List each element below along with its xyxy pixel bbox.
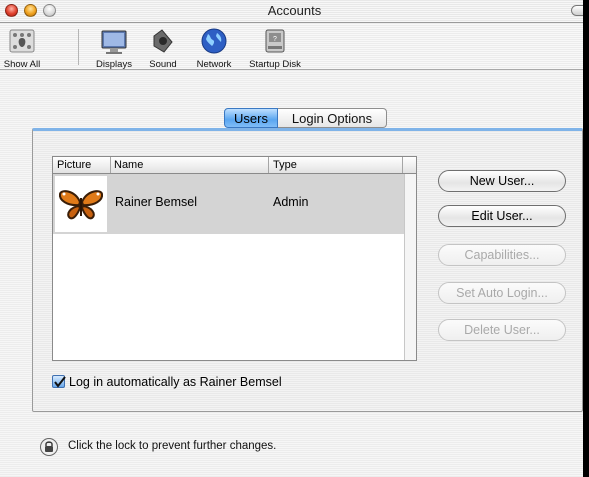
users-table[interactable]: Picture Name Type Rainer Bemsel Admin	[52, 156, 417, 361]
checkmark-icon	[54, 376, 66, 388]
preference-pane: Users Login Options Picture Name Type Ra…	[0, 70, 589, 477]
set-auto-login-button[interactable]: Set Auto Login...	[438, 282, 566, 304]
toolbar-item-displays[interactable]: Displays	[90, 26, 138, 70]
disk-icon: ?	[265, 29, 285, 53]
butterfly-icon	[55, 176, 107, 232]
toolbar-label-displays: Displays	[96, 59, 132, 70]
toolbar-label-startup-disk: Startup Disk	[249, 59, 301, 70]
column-divider	[268, 157, 269, 173]
user-type: Admin	[273, 195, 309, 209]
toolbar-item-show-all[interactable]: Show All	[2, 26, 42, 70]
toolbar-label-sound: Sound	[149, 59, 177, 70]
display-icon	[101, 30, 127, 54]
toolbar-label-network: Network	[196, 59, 232, 70]
column-header-picture[interactable]: Picture	[57, 158, 91, 172]
lock-icon[interactable]	[40, 438, 58, 456]
speaker-icon	[153, 29, 173, 53]
toolbar-label-show-all: Show All	[3, 59, 41, 70]
column-divider	[402, 157, 403, 173]
table-scrollbar[interactable]	[404, 174, 416, 360]
table-header: Picture Name Type	[53, 157, 416, 174]
toolbar-item-sound[interactable]: Sound	[143, 26, 183, 70]
edit-user-button[interactable]: Edit User...	[438, 205, 566, 227]
toolbar-separator	[78, 29, 79, 65]
apple-grid-icon	[9, 29, 35, 53]
tab-login-options[interactable]: Login Options	[278, 108, 387, 128]
title-bar[interactable]: Accounts	[0, 0, 589, 23]
accounts-window: Accounts Show All Displays Sound Network…	[0, 0, 589, 477]
globe-icon	[201, 28, 227, 54]
toolbar: Show All Displays Sound Network ? Startu…	[0, 23, 589, 70]
toolbar-item-startup-disk[interactable]: ? Startup Disk	[246, 26, 304, 70]
table-row[interactable]: Rainer Bemsel Admin	[53, 174, 404, 234]
lock-message: Click the lock to prevent further change…	[68, 440, 277, 452]
column-header-name[interactable]: Name	[114, 158, 143, 172]
tab-users[interactable]: Users	[224, 108, 278, 128]
capabilities-button[interactable]: Capabilities...	[438, 244, 566, 266]
column-divider	[110, 157, 111, 173]
window-title: Accounts	[267, 3, 322, 18]
auto-login-checkbox[interactable]	[52, 375, 66, 388]
toolbar-item-network[interactable]: Network	[190, 26, 238, 70]
screen-edge	[583, 0, 589, 477]
svg-text:?: ?	[273, 36, 277, 43]
user-name: Rainer Bemsel	[115, 195, 197, 209]
auto-login-label: Log in automatically as Rainer Bemsel	[69, 375, 282, 389]
user-picture	[55, 176, 107, 232]
delete-user-button[interactable]: Delete User...	[438, 319, 566, 341]
new-user-button[interactable]: New User...	[438, 170, 566, 192]
column-header-type[interactable]: Type	[273, 158, 297, 172]
